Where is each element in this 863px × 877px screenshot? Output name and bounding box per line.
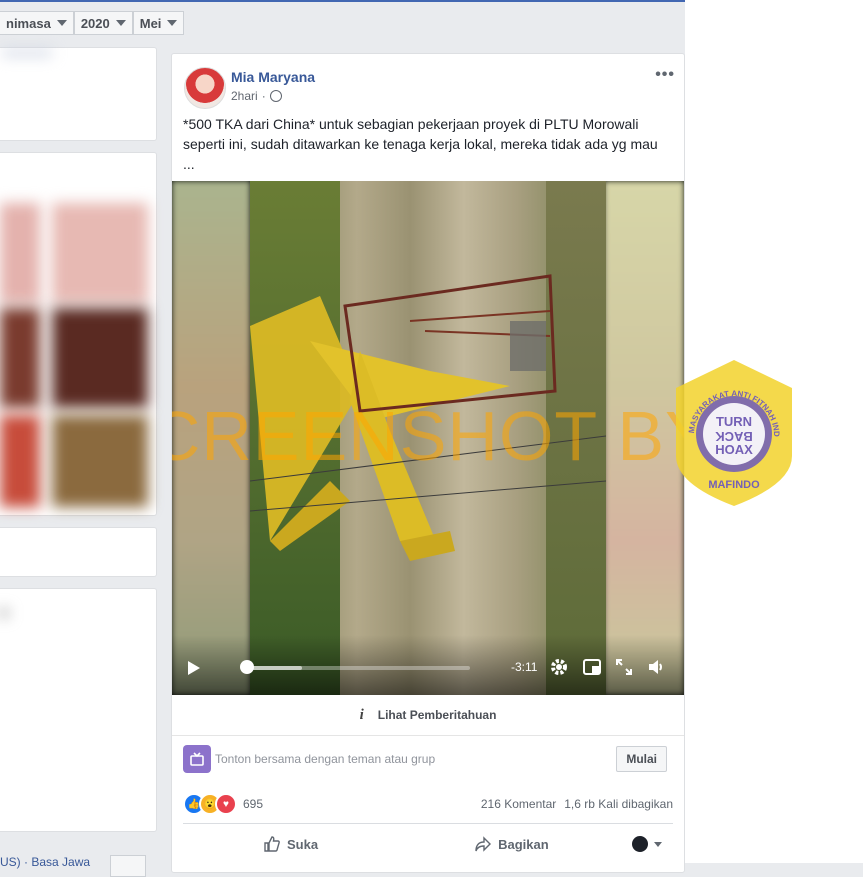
post-card: Mia Maryana 2hari · ••• *500 TKA dari Ch… xyxy=(171,53,685,873)
watch-party-icon xyxy=(183,745,211,773)
month-select[interactable]: Mei xyxy=(132,11,185,35)
reactions-count[interactable]: 695 xyxy=(243,797,263,811)
watermark-text: SCREENSHOT BY xyxy=(172,397,684,475)
left-panel-intro xyxy=(0,47,157,141)
comments-count[interactable]: 216 Komentar xyxy=(481,797,556,811)
svg-text:HOAX: HOAX xyxy=(715,442,753,457)
blurred-text xyxy=(0,609,8,617)
mafindo-badge-logo: MASYARAKAT ANTI FITNAH INDONESIA TURN BA… xyxy=(672,358,792,506)
fullscreen-icon[interactable] xyxy=(614,657,634,677)
left-panel-photos xyxy=(0,152,157,516)
chevron-down-icon xyxy=(115,20,126,26)
dot-separator: · xyxy=(261,89,266,103)
love-reaction-icon[interactable]: ♥ xyxy=(215,793,237,815)
like-button[interactable]: Suka xyxy=(263,835,318,853)
photo-thumbnail[interactable] xyxy=(0,203,40,303)
left-panel-info xyxy=(0,588,157,832)
volume-icon[interactable] xyxy=(646,657,666,677)
globe-icon xyxy=(269,90,282,102)
photo-thumbnail[interactable] xyxy=(52,203,148,303)
play-icon[interactable] xyxy=(188,661,200,675)
shares-count[interactable]: 1,6 rb Kali dibagikan xyxy=(564,797,673,811)
more-options-icon[interactable]: ••• xyxy=(655,66,675,84)
photo-thumbnail[interactable] xyxy=(0,415,40,507)
notice-bar[interactable]: i Lihat Pemberitahuan xyxy=(172,695,684,736)
post-text: *500 TKA dari China* untuk sebagian peke… xyxy=(183,116,658,172)
photo-thumbnail[interactable] xyxy=(52,415,148,507)
video-scrubber[interactable] xyxy=(239,660,254,674)
chevron-down-icon xyxy=(653,841,662,847)
info-icon: i xyxy=(359,706,364,723)
like-label: Suka xyxy=(287,836,319,852)
language-bar: US) · Basa Jawa xyxy=(0,843,157,877)
avatar[interactable] xyxy=(184,67,226,109)
chevron-down-icon xyxy=(167,20,178,26)
language-links[interactable]: US) · Basa Jawa xyxy=(0,855,90,869)
video-progress-track[interactable] xyxy=(242,666,470,670)
svg-text:TURN: TURN xyxy=(716,414,752,429)
photo-thumbnail[interactable] xyxy=(0,308,40,408)
thumbs-up-icon xyxy=(264,836,280,852)
video-time-remaining: -3:11 xyxy=(511,660,538,674)
photo-thumbnail[interactable] xyxy=(52,308,148,408)
filter-bar: nimasa 2020 Mei xyxy=(0,11,185,37)
post-stats: 216 Komentar 1,6 rb Kali dibagikan xyxy=(481,797,673,811)
post-time[interactable]: 2hari xyxy=(231,89,258,103)
video-player[interactable]: SCREENSHOT BY -3:11 xyxy=(172,181,684,695)
category-select[interactable]: nimasa xyxy=(0,11,74,35)
start-button[interactable]: Mulai xyxy=(616,746,667,772)
watch-together-text: Tonton bersama dengan teman atau grup xyxy=(215,752,436,766)
post-author[interactable]: Mia Maryana xyxy=(231,69,315,85)
picture-in-picture-icon[interactable] xyxy=(582,657,602,677)
settings-gear-icon[interactable] xyxy=(549,657,569,677)
share-button[interactable]: Bagikan xyxy=(474,835,549,853)
year-select[interactable]: 2020 xyxy=(73,11,133,35)
share-label: Bagikan xyxy=(498,836,549,852)
watch-together-bar: Tonton bersama dengan teman atau grup Mu… xyxy=(183,744,673,774)
video-controls: -3:11 xyxy=(172,635,684,695)
reactions-row: 👍 😮 ♥ 695 216 Komentar 1,6 rb Kali dibag… xyxy=(183,793,673,815)
share-arrow-icon xyxy=(475,836,492,852)
add-language-button[interactable] xyxy=(110,855,146,877)
notice-label: Lihat Pemberitahuan xyxy=(377,708,497,722)
audience-selector[interactable] xyxy=(631,836,662,852)
post-meta: 2hari · xyxy=(231,89,282,103)
svg-text:MAFINDO: MAFINDO xyxy=(708,479,760,491)
left-panel-empty xyxy=(0,527,157,577)
action-bar: Suka Bagikan xyxy=(183,823,673,864)
chevron-down-icon xyxy=(56,20,67,26)
profile-mini-icon xyxy=(631,836,648,852)
blurred-text xyxy=(2,50,52,56)
